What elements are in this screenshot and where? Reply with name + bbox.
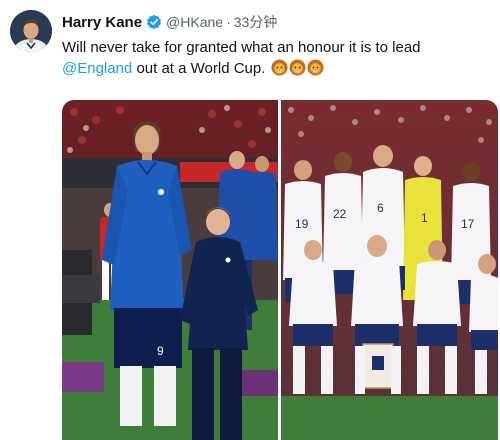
svg-text:1: 1 bbox=[421, 211, 428, 225]
tweet[interactable]: Harry Kane @HKane · 33分钟 Will never take… bbox=[0, 0, 500, 440]
tweet-timestamp[interactable]: 33分钟 bbox=[234, 12, 278, 32]
tweet-text: Will never take for granted what an hono… bbox=[62, 37, 492, 79]
lion-face-icon bbox=[289, 59, 306, 76]
author-handle[interactable]: @HKane bbox=[166, 14, 223, 30]
tweet-header: Harry Kane @HKane · 33分钟 bbox=[62, 12, 277, 32]
verified-badge-icon bbox=[146, 14, 162, 30]
tweet-text-part2: out at a World Cup. bbox=[132, 60, 266, 77]
separator-dot: · bbox=[226, 14, 231, 30]
tweet-media: 9 19 22 6 1 17 bbox=[62, 100, 498, 440]
svg-text:17: 17 bbox=[461, 217, 475, 231]
tweet-photo-walkout[interactable]: 9 bbox=[62, 100, 278, 440]
lion-face-icon bbox=[271, 59, 288, 76]
svg-text:22: 22 bbox=[333, 207, 347, 221]
svg-text:19: 19 bbox=[295, 217, 309, 231]
tweet-text-part1: Will never take for granted what an hono… bbox=[62, 39, 421, 56]
svg-text:9: 9 bbox=[157, 344, 164, 358]
author-name[interactable]: Harry Kane bbox=[62, 14, 142, 31]
mention-link[interactable]: @England bbox=[62, 60, 132, 77]
lion-face-icon bbox=[307, 59, 324, 76]
svg-text:6: 6 bbox=[377, 201, 384, 215]
tweet-photo-team-lineup[interactable]: 19 22 6 1 17 bbox=[281, 100, 498, 440]
avatar[interactable] bbox=[10, 10, 52, 52]
